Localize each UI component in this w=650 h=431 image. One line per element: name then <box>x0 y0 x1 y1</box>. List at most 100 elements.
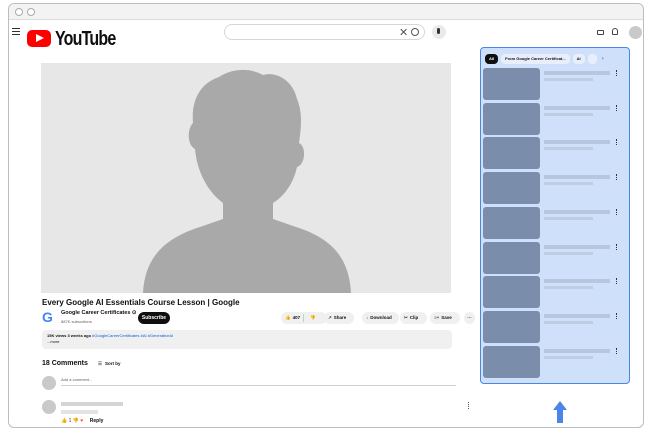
video-title-placeholder <box>544 140 610 145</box>
comment-actions: 👍 1 👎 ♥ Reply <box>61 418 103 424</box>
video-player[interactable] <box>41 63 451 293</box>
comment-like-count: 1 <box>68 418 72 424</box>
view-count-and-date: 15K views 3 weeks ago <box>47 333 92 338</box>
save-button[interactable]: ≡+ Save <box>430 312 460 324</box>
clip-label: Clip <box>409 315 419 320</box>
comment-dislike-icon[interactable]: 👎 <box>73 418 79 424</box>
more-options-icon[interactable] <box>616 174 617 181</box>
download-button[interactable]: ↓ Download <box>362 312 399 324</box>
thumbs-up-icon: 👍 <box>285 315 291 320</box>
show-more-link[interactable]: ...more <box>47 339 59 344</box>
notifications-icon[interactable] <box>612 28 618 35</box>
comment-more-icon[interactable] <box>468 402 469 409</box>
more-options-icon[interactable] <box>616 104 617 111</box>
arrow-stem <box>557 409 563 423</box>
video-title-placeholder <box>544 105 610 110</box>
sort-label: Sort by <box>105 361 121 366</box>
recommended-video[interactable] <box>483 241 628 274</box>
chevron-right-icon[interactable]: › <box>602 54 604 64</box>
sort-comments-button[interactable]: ☰ Sort by <box>98 361 121 367</box>
clip-button[interactable]: ✂ Clip <box>400 312 427 324</box>
youtube-wordmark[interactable]: YouTube <box>55 28 116 51</box>
download-label: Download <box>370 315 392 320</box>
video-thumbnail[interactable] <box>483 102 540 135</box>
like-button[interactable]: 👍 407 👎 <box>281 312 327 324</box>
video-meta-placeholder <box>544 216 593 220</box>
channel-logo-icon[interactable]: G <box>42 310 56 324</box>
comment-like-icon[interactable]: 👍 <box>61 418 67 424</box>
video-title-placeholder <box>544 244 610 249</box>
recommended-video[interactable] <box>483 68 628 100</box>
video-meta-placeholder <box>544 182 593 186</box>
video-meta-placeholder <box>544 320 593 324</box>
close-window-icon[interactable] <box>15 8 23 16</box>
video-thumbnail[interactable] <box>483 137 540 170</box>
more-options-icon[interactable] <box>616 70 617 76</box>
video-thumbnail[interactable] <box>483 206 540 239</box>
youtube-logo-icon[interactable] <box>27 30 51 47</box>
recommended-video[interactable] <box>483 206 628 239</box>
video-title-placeholder <box>544 313 610 318</box>
commenter-name-placeholder <box>61 402 123 406</box>
subscriber-count: 887K subscribers <box>61 319 92 324</box>
creator-heart-icon: ♥ <box>80 418 84 424</box>
subscribe-button[interactable]: Subscribe <box>138 312 170 324</box>
scissors-icon: ✂ <box>404 315 408 320</box>
recommended-video[interactable] <box>483 310 628 343</box>
chip-ai[interactable]: AI <box>572 54 585 64</box>
video-meta-placeholder <box>544 112 593 116</box>
more-actions-button[interactable]: ··· <box>464 312 475 324</box>
video-meta-placeholder <box>544 147 593 151</box>
video-thumbnail[interactable] <box>483 241 540 274</box>
search-icon[interactable] <box>411 28 419 36</box>
recommended-video[interactable] <box>483 102 628 135</box>
recommended-video[interactable] <box>483 276 628 309</box>
save-label: Save <box>441 315 452 320</box>
add-comment-input[interactable]: Add a comment... <box>61 377 456 386</box>
user-avatar <box>42 376 56 390</box>
create-video-icon[interactable] <box>597 30 604 35</box>
thumbs-down-icon[interactable]: 👎 <box>310 312 316 324</box>
video-thumbnail[interactable] <box>483 310 540 343</box>
comments-count: 18 Comments <box>42 360 88 367</box>
more-options-icon[interactable] <box>616 139 617 146</box>
share-button[interactable]: ↗ Share <box>324 312 354 324</box>
video-thumbnail[interactable] <box>483 345 540 378</box>
more-options-icon[interactable] <box>616 347 617 354</box>
channel-name[interactable]: Google Career Certificates ⊙ <box>61 310 137 316</box>
video-thumbnail[interactable] <box>483 276 540 309</box>
microphone-icon[interactable] <box>432 25 446 39</box>
chip-placeholder[interactable] <box>587 54 597 64</box>
sort-icon: ☰ <box>98 361 103 366</box>
share-label: Share <box>333 315 347 320</box>
video-meta-placeholder <box>544 286 593 290</box>
clear-search-icon[interactable]: ✕ <box>399 26 408 39</box>
chip-from-channel[interactable]: From Google Career Certificat... <box>501 54 570 64</box>
more-options-icon[interactable] <box>616 243 617 250</box>
more-options-icon[interactable] <box>616 312 617 319</box>
commenter-avatar[interactable] <box>42 400 56 414</box>
chip-all[interactable]: All <box>485 54 499 64</box>
menu-icon[interactable] <box>12 28 20 35</box>
recommended-video[interactable] <box>483 137 628 170</box>
more-options-icon[interactable] <box>616 278 617 285</box>
description-box[interactable]: 15K views 3 weeks ago #GoogleCareerCerti… <box>42 330 452 349</box>
person-silhouette-icon <box>143 70 351 293</box>
reply-button[interactable]: Reply <box>90 418 104 424</box>
like-count: 407 <box>292 315 301 320</box>
recommendations-sidebar: All From Google Career Certificat... AI › <box>480 47 630 384</box>
video-title: Every Google AI Essentials Course Lesson… <box>42 298 240 307</box>
video-thumbnail[interactable] <box>483 172 540 205</box>
minimize-window-icon[interactable] <box>27 8 35 16</box>
recommended-video[interactable] <box>483 345 628 378</box>
recommended-video[interactable] <box>483 172 628 205</box>
share-icon: ↗ <box>328 315 332 320</box>
hashtags[interactable]: #GoogleCareerCertificates #AI #Generativ… <box>92 333 173 338</box>
search-input[interactable]: ✕ <box>224 24 425 40</box>
video-title-placeholder <box>544 209 610 214</box>
video-thumbnail[interactable] <box>483 68 540 100</box>
title-bar <box>9 4 643 20</box>
more-options-icon[interactable] <box>616 208 617 215</box>
filter-chips: All From Google Career Certificat... AI › <box>485 54 604 66</box>
account-avatar[interactable] <box>629 26 642 39</box>
